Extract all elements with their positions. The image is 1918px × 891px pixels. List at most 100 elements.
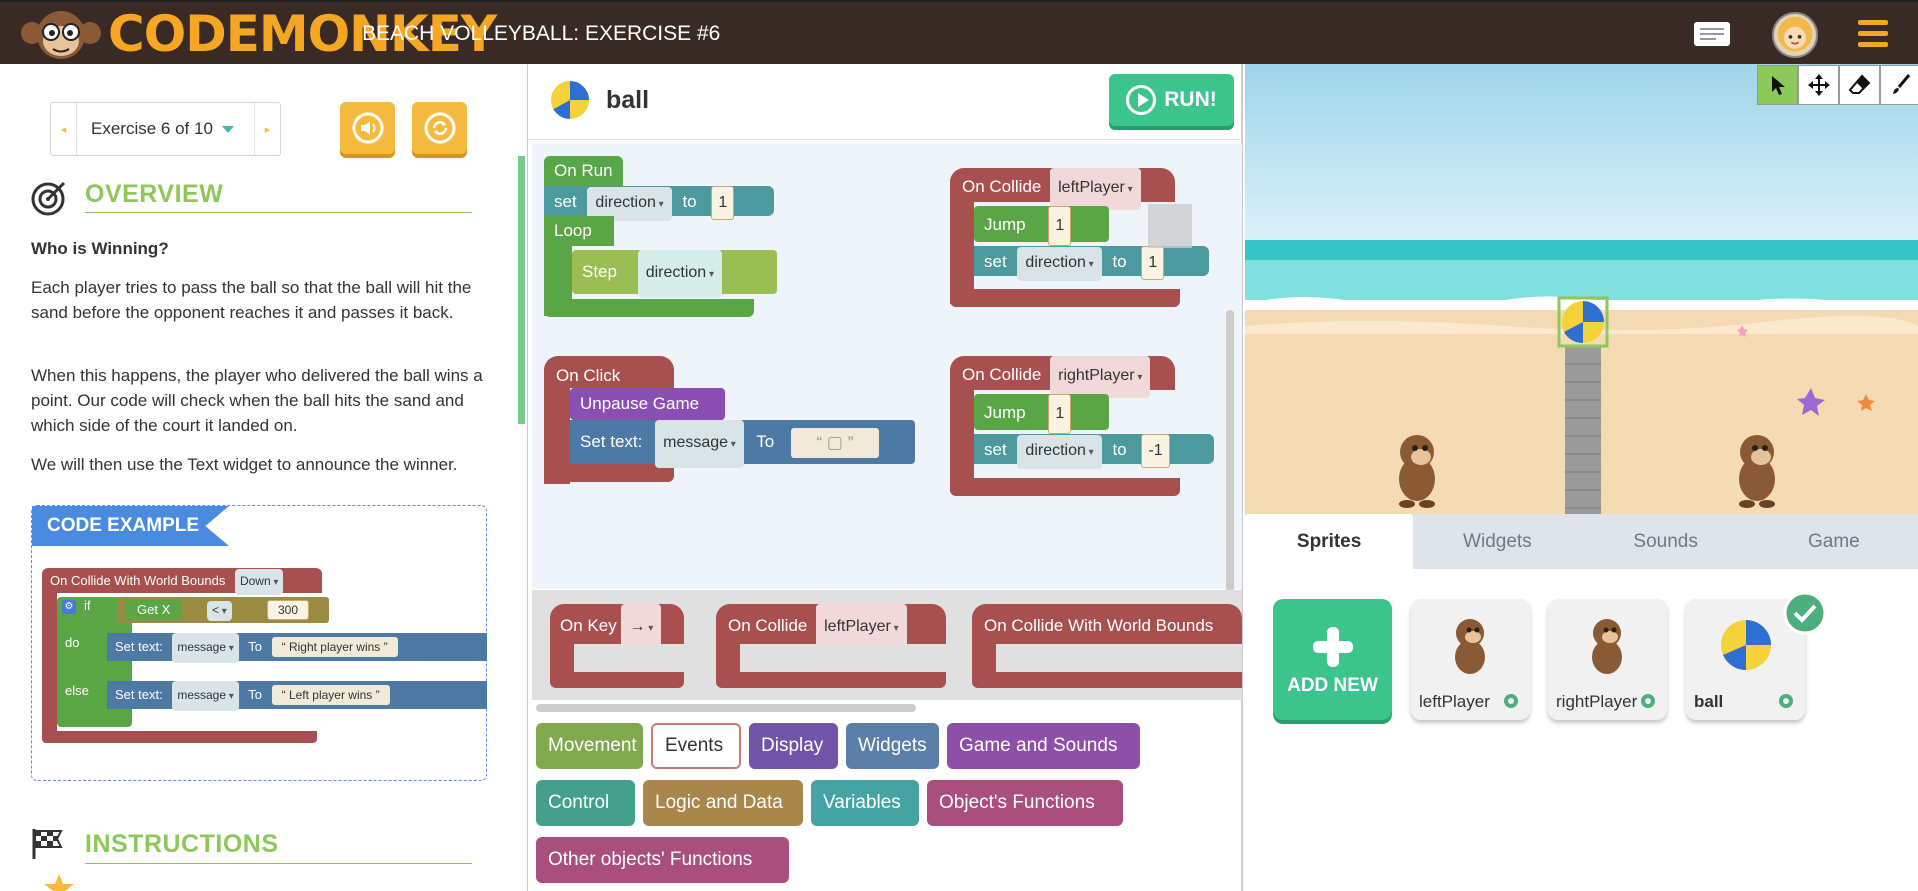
on-key-label: On Key [560, 616, 617, 635]
value-negative-one[interactable]: -1 [1141, 434, 1170, 468]
tab-sounds[interactable]: Sounds [1582, 514, 1750, 569]
sprite-name: ball [1694, 692, 1724, 711]
on-collide-left-block[interactable]: On Collide leftPlayer [950, 168, 1175, 210]
example-set-text-left: Set text: message To “ Left player wins … [107, 681, 487, 711]
pointer-tool-icon[interactable] [1757, 65, 1798, 105]
block-canvas[interactable]: On Run set direction to 1 Loop Step dire… [532, 144, 1242, 589]
direction-field[interactable]: direction [1017, 435, 1102, 469]
code-workspace: ball RUN! On Run set direction to 1 Loop… [527, 64, 1243, 891]
star-icon [44, 874, 74, 891]
collide-right-foot [950, 478, 1180, 496]
gear-icon[interactable] [1777, 692, 1795, 710]
monkey-sprite-icon [1592, 619, 1622, 674]
set-text-block[interactable]: Set text: message To “ ▢ ” [570, 420, 915, 468]
example-if-label: if [84, 598, 91, 613]
sprite-card-right-player[interactable]: rightPlayer [1548, 599, 1667, 720]
left-player-field[interactable]: leftPlayer [1050, 168, 1141, 210]
on-collide-label: On Collide [962, 177, 1042, 196]
exercise-dropdown[interactable]: Exercise 6 of 10 [76, 103, 255, 155]
direction-field[interactable]: direction [1017, 247, 1102, 281]
monkey-logo-icon [21, 11, 101, 59]
jump-block-right[interactable]: Jump 1 [974, 394, 1109, 434]
category-display[interactable]: Display [749, 723, 838, 769]
tab-game[interactable]: Game [1750, 514, 1918, 569]
page-title: BEACH VOLLEYBALL: EXERCISE #6 [362, 22, 721, 45]
example-compare-block: Get X < 300 [117, 597, 329, 623]
category-movement[interactable]: Movement [536, 723, 643, 769]
gear-icon[interactable] [1502, 692, 1520, 710]
move-tool-icon[interactable] [1798, 65, 1839, 105]
eraser-tool-icon[interactable] [1839, 65, 1880, 105]
category-logic-and-data[interactable]: Logic and Data [643, 780, 803, 826]
hamburger-menu-icon[interactable] [1858, 20, 1888, 48]
selected-check-icon [1783, 591, 1827, 635]
overview-divider [85, 212, 472, 213]
sprite-card-left-player[interactable]: leftPlayer [1411, 599, 1530, 720]
value-one[interactable]: 1 [711, 186, 735, 220]
set-direction-block[interactable]: set direction to 1 [544, 186, 774, 221]
prev-exercise-arrow-icon[interactable]: ◂ [51, 103, 76, 155]
value-one[interactable]: 1 [1141, 246, 1165, 280]
add-new-sprite-button[interactable]: ADD NEW [1273, 599, 1392, 720]
run-button[interactable]: RUN! [1109, 74, 1234, 126]
block-ghost [1148, 204, 1192, 248]
step-block[interactable]: Step direction [572, 250, 777, 298]
set-text-label: Set text: [580, 432, 643, 451]
flyout-on-collide-block[interactable]: On Collide leftPlayer [716, 604, 946, 652]
category-object-s-functions[interactable]: Object's Functions [927, 780, 1123, 826]
unpause-game-block[interactable]: Unpause Game [570, 388, 725, 420]
sprite-name: leftPlayer [1419, 692, 1490, 711]
gear-icon[interactable] [1639, 692, 1657, 710]
loop-block[interactable]: Loop [544, 216, 614, 246]
tab-widgets[interactable]: Widgets [1413, 514, 1581, 569]
set-label: set [984, 252, 1007, 271]
block-flyout[interactable]: On Key → On Collide leftPlayer On Collid… [532, 590, 1242, 700]
code-example-box: CODE EXAMPLE On Collide With World Bound… [31, 505, 487, 781]
category-widgets[interactable]: Widgets [846, 723, 939, 769]
category-control[interactable]: Control [536, 780, 635, 826]
text-input-empty[interactable]: “ ▢ ” [790, 427, 879, 458]
next-exercise-arrow-icon[interactable]: ▸ [255, 103, 280, 155]
sprite-card-ball[interactable]: ball [1686, 591, 1827, 720]
avatar[interactable] [1772, 12, 1818, 58]
overview-question: Who is Winning? [31, 239, 169, 258]
set-direction-left-block[interactable]: set direction to 1 [974, 246, 1209, 281]
category-variables[interactable]: Variables [811, 780, 919, 826]
reset-button[interactable] [412, 102, 467, 154]
category-game-and-sounds[interactable]: Game and Sounds [947, 723, 1140, 769]
run-label: RUN! [1164, 88, 1217, 111]
jump-block-left[interactable]: Jump 1 [974, 206, 1109, 246]
on-collide-right-block[interactable]: On Collide rightPlayer [950, 356, 1175, 398]
value-one[interactable]: 1 [1048, 394, 1072, 434]
value-one[interactable]: 1 [1048, 206, 1072, 246]
chat-icon[interactable] [1692, 20, 1736, 50]
category-other-objects-functions[interactable]: Other objects' Functions [536, 837, 789, 883]
to-label: to [682, 192, 697, 211]
flyout-world-bounds-block[interactable]: On Collide With World Bounds [972, 604, 1242, 644]
on-run-block[interactable]: On Run [544, 156, 623, 186]
direction-field[interactable]: direction [637, 250, 723, 298]
sound-button[interactable] [340, 102, 395, 154]
on-key-slot [574, 644, 684, 672]
plus-icon [1312, 627, 1353, 667]
flyout-horizontal-scrollbar[interactable] [536, 704, 916, 712]
category-events[interactable]: Events [651, 723, 741, 769]
to-label: To [248, 687, 262, 702]
brush-tool-icon[interactable] [1880, 65, 1918, 105]
set-direction-right-block[interactable]: set direction to -1 [974, 434, 1214, 469]
message-field: message [172, 633, 239, 663]
game-stage[interactable] [1245, 64, 1918, 514]
monkey-sprite-icon [1455, 619, 1485, 674]
object-name: ball [606, 86, 650, 114]
to-label: To [756, 432, 775, 451]
tab-sprites[interactable]: Sprites [1245, 514, 1414, 569]
workspace-header: ball RUN! [528, 64, 1242, 140]
example-else-label: else [65, 683, 89, 698]
message-field[interactable]: message [655, 420, 744, 468]
panel-scrollbar[interactable] [518, 156, 525, 424]
on-key-block[interactable]: On Key → [550, 604, 684, 652]
right-player-field[interactable]: rightPlayer [1050, 356, 1151, 398]
exercise-selector[interactable]: ◂ Exercise 6 of 10 ▸ [50, 102, 281, 156]
example-compare-value: 300 [267, 600, 310, 620]
loop-foot [544, 299, 754, 317]
